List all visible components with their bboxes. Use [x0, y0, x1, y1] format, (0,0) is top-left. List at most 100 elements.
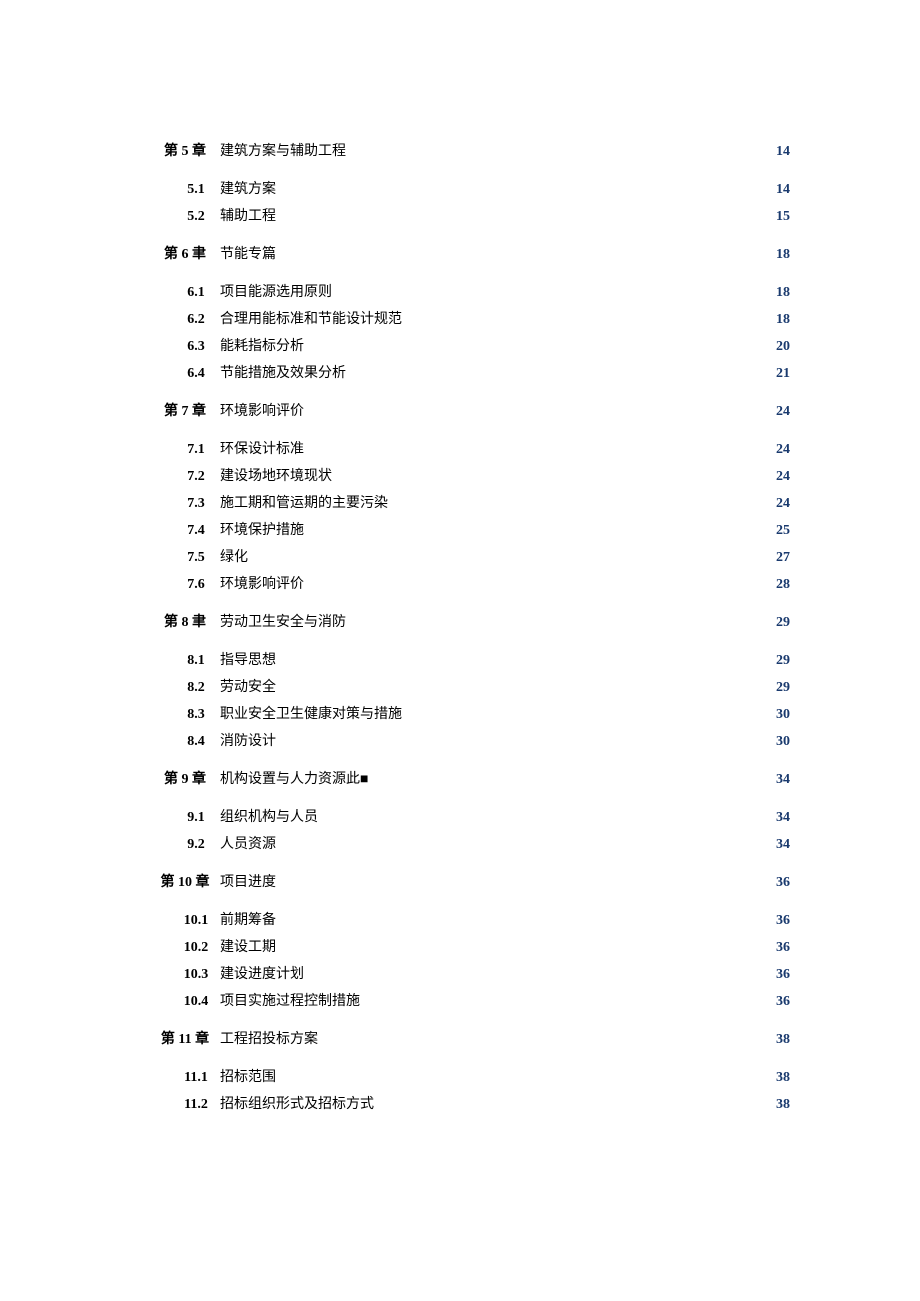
toc-entry-title: 工程招投标方案: [220, 1028, 318, 1048]
toc-entry-number: 第 11 章: [150, 1028, 220, 1048]
toc-entry-title: 建设工期: [220, 936, 276, 956]
toc-entry-page: 36: [772, 875, 790, 891]
toc-entry-title: 项目能源选用原则: [220, 281, 332, 301]
toc-entry-number: 5.1: [150, 182, 220, 198]
toc-entry-page: 27: [772, 550, 790, 566]
toc-entry: 11.1招标范围 38: [150, 1066, 790, 1086]
toc-entry-number: 7.2: [150, 469, 220, 485]
toc-entry-title: 施工期和管运期的主要污染: [220, 492, 388, 512]
toc-entry: 9.2人员资源 34: [150, 833, 790, 853]
toc-entry-page: 30: [772, 707, 790, 723]
toc-entry-number: 8.4: [150, 734, 220, 750]
toc-entry-page: 21: [772, 366, 790, 382]
toc-entry-page: 15: [772, 209, 790, 225]
toc-entry-page: 38: [772, 1032, 790, 1048]
toc-entry-title: 招标组织形式及招标方式: [220, 1093, 374, 1113]
toc-entry-number: 10.1: [150, 913, 220, 929]
toc-entry: 10.1前期筹备36: [150, 909, 790, 929]
toc-entry-page: 24: [772, 442, 790, 458]
toc-entry-title: 建设场地环境现状: [220, 465, 332, 485]
toc-entry-number: 第 8 聿: [150, 611, 220, 631]
toc-entry: 8.2劳动安全 29: [150, 676, 790, 696]
toc-entry-title: 环保设计标准: [220, 438, 304, 458]
toc-entry: 10.2建设工期 36: [150, 936, 790, 956]
toc-entry-title: 机构设置与人力资源此■: [220, 768, 368, 788]
toc-entry: 5.2辅助工程15: [150, 205, 790, 225]
toc-entry-number: 10.2: [150, 940, 220, 956]
toc-entry-page: 36: [772, 940, 790, 956]
toc-entry-page: 18: [772, 247, 790, 263]
toc-entry-page: 24: [772, 469, 790, 485]
toc-entry-number: 7.1: [150, 442, 220, 458]
toc-entry-page: 25: [772, 523, 790, 539]
toc-entry: 8.4消防设计30: [150, 730, 790, 750]
toc-entry-number: 第 10 章: [150, 871, 220, 891]
toc-entry: 5.1建筑方案14: [150, 178, 790, 198]
toc-entry: 10.4项目实施过程控制措施36: [150, 990, 790, 1010]
toc-entry-page: 29: [772, 653, 790, 669]
toc-entry-title: 职业安全卫生健康对策与措施: [220, 703, 402, 723]
toc-entry-title: 合理用能标准和节能设计规范: [220, 308, 402, 328]
toc-entry-number: 9.1: [150, 810, 220, 826]
toc-entry-title: 组织机构与人员: [220, 806, 318, 826]
toc-entry-page: 20: [772, 339, 790, 355]
toc-entry-number: 7.4: [150, 523, 220, 539]
toc-entry-title: 辅助工程: [220, 205, 276, 225]
toc-entry-number: 10.3: [150, 967, 220, 983]
toc-entry: 7.5绿化27: [150, 546, 790, 566]
toc-entry-title: 建设进度计划: [220, 963, 304, 983]
toc-entry-number: 11.1: [150, 1070, 220, 1086]
toc-entry-number: 10.4: [150, 994, 220, 1010]
toc-entry-number: 9.2: [150, 837, 220, 853]
toc-entry-number: 第 5 章: [150, 140, 220, 160]
toc-entry-page: 36: [772, 967, 790, 983]
toc-entry: 6.4节能措施及效果分析 21: [150, 362, 790, 382]
toc-entry: 8.1指导思想29: [150, 649, 790, 669]
toc-entry-page: 30: [772, 734, 790, 750]
toc-entry: 第 8 聿劳动卫生安全与消防29: [150, 611, 790, 631]
toc-entry-page: 18: [772, 285, 790, 301]
toc-entry-number: 7.5: [150, 550, 220, 566]
toc-entry-page: 34: [772, 837, 790, 853]
toc-entry: 第 7 章环境影响评价24: [150, 400, 790, 420]
toc-entry-number: 8.3: [150, 707, 220, 723]
toc-entry-title: 节能专篇: [220, 243, 276, 263]
toc-entry: 第 10 章项目进度 36: [150, 871, 790, 891]
toc-entry: 第 11 章工程招投标方案 38: [150, 1028, 790, 1048]
toc-entry-title: 环境保护措施: [220, 519, 304, 539]
toc-entry-number: 6.2: [150, 312, 220, 328]
toc-entry: 10.3建设进度计划 36: [150, 963, 790, 983]
toc-entry: 6.2合理用能标准和节能设计规范 18: [150, 308, 790, 328]
toc-entry: 7.2建设场地环境现状 24: [150, 465, 790, 485]
toc-entry-title: 招标范围: [220, 1066, 276, 1086]
toc-entry-title: 节能措施及效果分析: [220, 362, 346, 382]
toc-entry-page: 34: [772, 810, 790, 826]
toc-entry-page: 29: [772, 680, 790, 696]
toc-entry-number: 第 6 聿: [150, 243, 220, 263]
toc-entry-page: 24: [772, 496, 790, 512]
toc-entry-page: 18: [772, 312, 790, 328]
toc-entry-page: 14: [772, 144, 790, 160]
toc-entry: 7.6环境影响评价28: [150, 573, 790, 593]
toc-entry-title: 人员资源: [220, 833, 276, 853]
toc-entry: 7.4环境保护措施 25: [150, 519, 790, 539]
toc-entry-page: 38: [772, 1097, 790, 1113]
toc-entry: 6.1项目能源选用原则18: [150, 281, 790, 301]
toc-entry-number: 8.2: [150, 680, 220, 696]
toc-entry-title: 项目实施过程控制措施: [220, 990, 360, 1010]
toc-entry-page: 38: [772, 1070, 790, 1086]
toc-entry-number: 6.4: [150, 366, 220, 382]
toc-entry-page: 34: [772, 772, 790, 788]
toc-entry-title: 项目进度: [220, 871, 276, 891]
toc-entry: 第 9 章机构设置与人力资源此■34: [150, 768, 790, 788]
toc-entry-page: 36: [772, 913, 790, 929]
toc-entry: 7.3施工期和管运期的主要污染24: [150, 492, 790, 512]
toc-entry-title: 劳动安全: [220, 676, 276, 696]
toc-entry: 8.3职业安全卫生健康对策与措施 30: [150, 703, 790, 723]
toc-entry-number: 7.6: [150, 577, 220, 593]
table-of-contents: 第 5 章建筑方案与辅助工程145.1建筑方案145.2辅助工程15第 6 聿节…: [150, 140, 790, 1113]
toc-entry: 第 6 聿节能专篇 18: [150, 243, 790, 263]
toc-entry: 7.1环保设计标准 24: [150, 438, 790, 458]
toc-entry-title: 建筑方案与辅助工程: [220, 140, 346, 160]
toc-entry-title: 环境影响评价: [220, 400, 304, 420]
